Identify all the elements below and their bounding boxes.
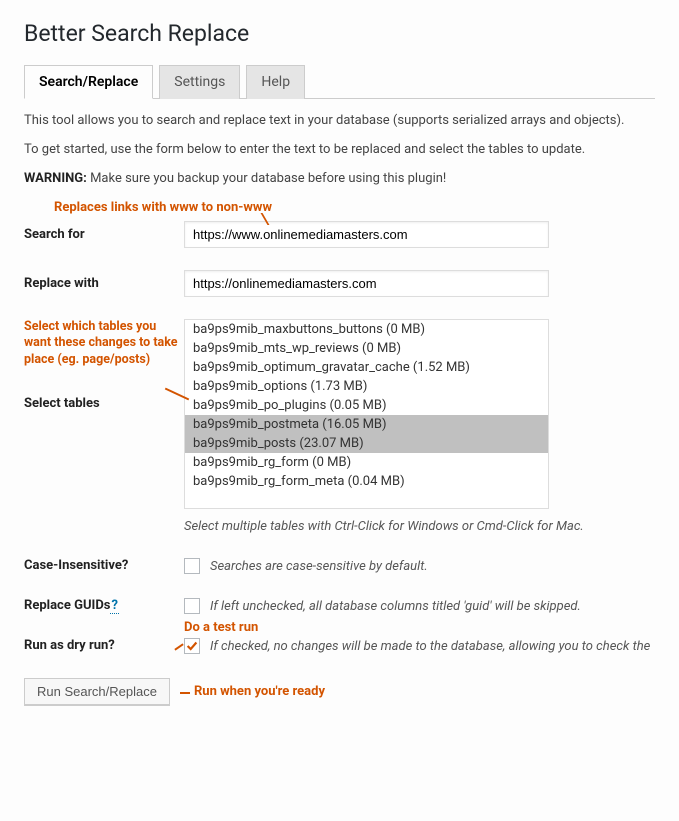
replace-with-input[interactable] bbox=[184, 270, 549, 297]
select-tables-label: Select tables bbox=[24, 396, 184, 411]
table-option[interactable]: ba9ps9mib_optimum_gravatar_cache (1.52 M… bbox=[185, 358, 548, 377]
warning-prefix: WARNING: bbox=[24, 171, 87, 186]
page-title: Better Search Replace bbox=[24, 20, 655, 47]
table-option[interactable]: ba9ps9mib_mts_wp_reviews (0 MB) bbox=[185, 339, 548, 358]
tables-hint: Select multiple tables with Ctrl-Click f… bbox=[184, 519, 655, 534]
dry-run-desc: If checked, no changes will be made to t… bbox=[210, 639, 650, 654]
tab-help[interactable]: Help bbox=[246, 65, 305, 99]
tab-settings[interactable]: Settings bbox=[159, 65, 240, 99]
table-option[interactable]: ba9ps9mib_rg_form (0 MB) bbox=[185, 453, 548, 472]
table-option[interactable]: ba9ps9mib_maxbuttons_buttons (0 MB) bbox=[185, 320, 548, 339]
case-insensitive-label: Case-Insensitive? bbox=[24, 558, 184, 573]
dry-run-checkbox[interactable] bbox=[184, 638, 200, 654]
dry-run-label: Run as dry run? bbox=[24, 638, 184, 653]
warning-text: Make sure you backup your database befor… bbox=[87, 171, 446, 186]
search-for-label: Search for bbox=[24, 221, 184, 242]
replace-guids-checkbox[interactable] bbox=[184, 598, 200, 614]
tables-listbox[interactable]: ba9ps9mib_maxbuttons_buttons (0 MB)ba9ps… bbox=[184, 319, 549, 509]
annotation-submit: Run when you're ready bbox=[180, 684, 325, 699]
table-option[interactable]: ba9ps9mib_options (1.73 MB) bbox=[185, 377, 548, 396]
case-insensitive-desc: Searches are case-sensitive by default. bbox=[210, 559, 428, 574]
replace-with-label: Replace with bbox=[24, 270, 184, 291]
case-insensitive-checkbox[interactable] bbox=[184, 558, 200, 574]
table-option[interactable]: ba9ps9mib_posts (23.07 MB) bbox=[185, 434, 548, 453]
replace-guids-text: Replace GUIDs bbox=[24, 598, 110, 613]
intro-line-2: To get started, use the form below to en… bbox=[24, 142, 655, 157]
intro-line-1: This tool allows you to search and repla… bbox=[24, 113, 655, 128]
annotation-tables: Select which tables you want these chang… bbox=[24, 319, 184, 368]
guids-help-link[interactable]: ? bbox=[110, 598, 118, 614]
tab-search-replace[interactable]: Search/Replace bbox=[24, 65, 153, 99]
annotation-www: Replaces links with www to non-www bbox=[54, 200, 655, 215]
intro-warning: WARNING: Make sure you backup your datab… bbox=[24, 171, 655, 186]
table-option[interactable]: ba9ps9mib_po_plugins (0.05 MB) bbox=[185, 396, 548, 415]
annotation-dryrun: Do a test run bbox=[184, 620, 258, 635]
replace-guids-label: Replace GUIDs? bbox=[24, 598, 184, 613]
search-for-input[interactable] bbox=[184, 221, 549, 248]
table-option[interactable]: ba9ps9mib_postmeta (16.05 MB) bbox=[185, 415, 548, 434]
intro-text: This tool allows you to search and repla… bbox=[24, 113, 655, 186]
tabs: Search/Replace Settings Help bbox=[24, 65, 655, 99]
run-search-replace-button[interactable]: Run Search/Replace bbox=[24, 678, 170, 705]
table-option[interactable]: ba9ps9mib_rg_form_meta (0.04 MB) bbox=[185, 472, 548, 491]
replace-guids-desc: If left unchecked, all database columns … bbox=[210, 599, 581, 614]
